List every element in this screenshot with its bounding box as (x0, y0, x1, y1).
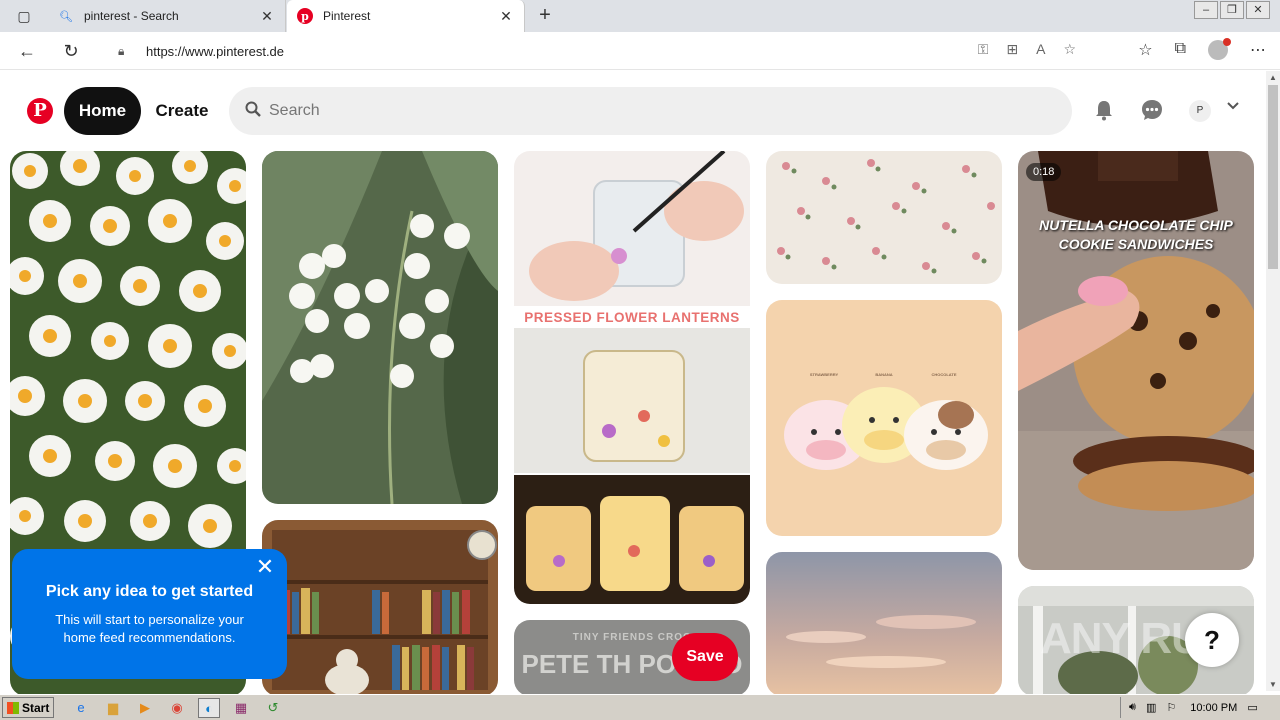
floral-pattern-image (766, 151, 1002, 284)
kawaii-cows-image (766, 300, 1002, 536)
minimize-button[interactable]: – (1194, 1, 1218, 19)
lanterns-image (514, 151, 750, 604)
show-desktop-icon[interactable]: ▭ (1247, 701, 1257, 714)
start-button[interactable]: Start (2, 697, 54, 718)
tab-title: Pinterest (323, 9, 371, 23)
nutella-cookie-image (1018, 151, 1254, 570)
close-icon[interactable]: ✕ (253, 555, 277, 579)
chrome-icon[interactable]: ◉ (166, 698, 188, 718)
pin-kawaii-cows[interactable]: STRAWBERRY BANANA CHOCOLATE (766, 300, 1002, 536)
windows-logo-icon (7, 701, 19, 714)
video-duration-badge: 0:18 (1026, 163, 1062, 181)
system-tray: 🔊︎ ▥ ⚐ 10:00 PM ▭ (1120, 697, 1280, 718)
page-scrollbar[interactable]: ▲ ▼ (1266, 71, 1280, 691)
tab-pinterest[interactable]: p Pinterest ✕ (287, 0, 525, 32)
collections-icon[interactable]: ⧉ (1175, 40, 1186, 60)
save-button[interactable]: Save (672, 633, 738, 681)
avatar[interactable]: P (1189, 100, 1211, 122)
lily-of-the-valley-image (262, 151, 498, 504)
add-favorite-icon[interactable]: ☆ (1063, 41, 1076, 58)
favorites-icon[interactable]: ☆ (1138, 40, 1152, 60)
pin-pressed-flower-lanterns[interactable]: PRESSED FLOWER LANTERNS (514, 151, 750, 604)
nutella-title: NUTELLA CHOCOLATE CHIP COOKIE SANDWICHES (1039, 217, 1233, 252)
green-app-icon[interactable]: ↺ (262, 698, 284, 718)
tab-title: pinterest - Search (84, 9, 179, 23)
pin-sunset-sky[interactable] (766, 552, 1002, 696)
read-aloud-icon[interactable]: A (1036, 41, 1045, 58)
pinterest-logo-icon[interactable]: P (27, 98, 53, 124)
browser-actions: ☆ ⧉ ⋯ (1138, 38, 1266, 60)
sunset-sky-image (766, 552, 1002, 696)
browser-tab-strip: ▢ 🔍︎ pinterest - Search ✕ p Pinterest ✕ … (0, 0, 1280, 32)
search-icon (245, 101, 261, 122)
start-label: Start (22, 700, 50, 715)
browser-toolbar: ← ↻ 🔒︎ https://www.pinterest.de ⚿ ⊞ A ☆ … (0, 32, 1280, 70)
pinterest-header: P Home Create P (0, 71, 1266, 151)
back-icon[interactable]: ← (16, 40, 38, 62)
profile-icon[interactable] (1208, 38, 1231, 60)
ie-icon[interactable]: e (70, 698, 92, 718)
windows-taskbar: Start e ▆ ▶ ◉ ◐ ▦ ↺ 🔊︎ ▥ ⚐ 10:00 PM ▭ (0, 694, 1280, 720)
pin-nutella-cookie-video[interactable]: NUTELLA CHOCOLATE CHIP COOKIE SANDWICHES (1018, 151, 1254, 570)
apps-icon[interactable]: ⊞ (1006, 41, 1018, 58)
key-icon[interactable]: ⚿ (978, 41, 989, 58)
tab-actions-icon[interactable]: ▢ (14, 6, 34, 26)
refresh-icon[interactable]: ↻ (60, 40, 82, 62)
notifications-bell-icon[interactable] (1092, 99, 1116, 123)
cow-label-banana: BANANA (875, 372, 893, 377)
lanterns-title: PRESSED FLOWER LANTERNS (524, 310, 740, 325)
onboarding-popup: ✕ Pick any idea to get started This will… (12, 549, 287, 679)
search-icon: 🔍︎ (59, 10, 73, 23)
lock-icon: 🔒︎ (118, 44, 125, 58)
pinterest-icon: p (297, 8, 313, 24)
edge-icon[interactable]: ◐ (198, 698, 220, 718)
new-tab-button[interactable]: + (534, 4, 556, 26)
create-button[interactable]: Create (152, 87, 212, 135)
pin-library-illustration[interactable] (262, 520, 498, 696)
explorer-folder-icon[interactable]: ▆ (102, 698, 124, 718)
messages-icon[interactable] (1140, 99, 1164, 123)
network-icon[interactable]: ▥ (1146, 701, 1156, 714)
restore-button[interactable]: ❐ (1220, 1, 1244, 19)
winrar-icon[interactable]: ▦ (230, 698, 252, 718)
close-icon[interactable]: ✕ (259, 8, 275, 25)
volume-icon[interactable]: 🔊︎ (1129, 701, 1136, 714)
onboarding-body: This will start to personalize your home… (55, 612, 244, 645)
action-center-icon[interactable]: ⚐ (1166, 701, 1176, 714)
more-icon[interactable]: ⋯ (1250, 40, 1266, 60)
library-image (262, 520, 498, 696)
url-text: https://www.pinterest.de (146, 43, 285, 59)
cow-label-strawberry: STRAWBERRY (809, 372, 839, 377)
address-bar[interactable]: 🔒︎ https://www.pinterest.de ⚿ ⊞ A ☆ (102, 36, 1088, 66)
clock: 10:00 PM (1190, 701, 1238, 714)
address-bar-icons: ⚿ ⊞ A ☆ (978, 41, 1076, 58)
chevron-down-icon[interactable] (1226, 99, 1240, 116)
svg-text:p: p (301, 10, 309, 23)
pin-lily-of-the-valley[interactable] (262, 151, 498, 504)
onboarding-title: Pick any idea to get started (45, 583, 254, 600)
search-bar[interactable] (229, 87, 1072, 135)
home-button[interactable]: Home (64, 87, 141, 135)
search-input[interactable] (269, 102, 969, 120)
tab-pinterest-search[interactable]: 🔍︎ pinterest - Search ✕ (48, 0, 286, 32)
scrollbar-thumb[interactable] (1268, 85, 1278, 269)
help-button[interactable]: ? (1185, 613, 1239, 667)
scroll-down-icon[interactable]: ▼ (1269, 680, 1277, 689)
window-controls: – ❐ ✕ (1194, 0, 1270, 19)
window-close-button[interactable]: ✕ (1246, 1, 1270, 19)
close-icon[interactable]: ✕ (498, 8, 514, 25)
taskbar-apps: e ▆ ▶ ◉ ◐ ▦ ↺ (70, 698, 284, 718)
pin-floral-pattern[interactable] (766, 151, 1002, 284)
cow-label-chocolate: CHOCOLATE (931, 372, 957, 377)
scroll-up-icon[interactable]: ▲ (1269, 73, 1277, 82)
media-player-icon[interactable]: ▶ (134, 698, 156, 718)
